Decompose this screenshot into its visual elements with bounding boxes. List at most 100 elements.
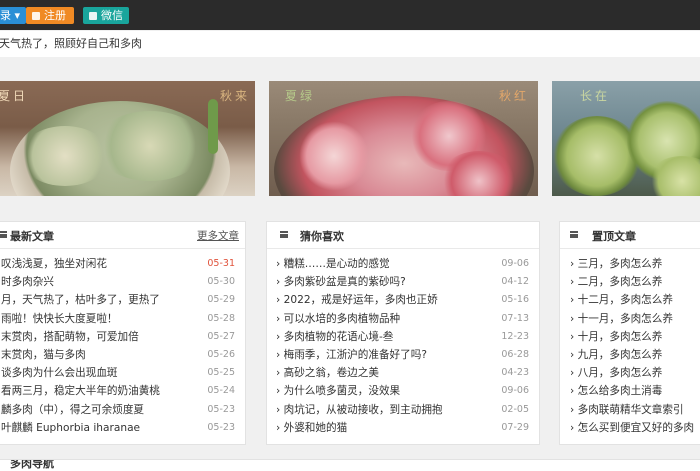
article-date: 07-13 (501, 312, 529, 324)
list-item[interactable]: › 十一月，多肉怎么养 (560, 310, 700, 328)
banner-2[interactable]: 夏绿 秋红 (269, 81, 538, 196)
panel-header: 置顶文章 (560, 222, 700, 249)
list-item[interactable]: › 十月，多肉怎么养 (560, 328, 700, 346)
login-button[interactable]: 录 ▾ (0, 7, 27, 24)
article-date: 05-29 (207, 294, 235, 306)
panel-title: 最新文章 (10, 230, 54, 243)
panel-header: 最新文章 更多文章 (0, 222, 245, 249)
list-item[interactable]: › 糟糕……是心动的感觉 09-06 (267, 255, 539, 273)
article-date: 05-24 (207, 385, 235, 397)
article-title: 叹浅浅夏，独坐对闲花 (1, 258, 107, 270)
banner-text-right: 秋红 (499, 89, 530, 103)
article-date: 04-23 (501, 367, 529, 379)
article-date: 05-23 (207, 421, 235, 433)
list-icon (570, 231, 578, 238)
list-item[interactable]: 麟多肉（中），得之可余烦度夏 05-23 (0, 401, 245, 419)
article-title: 雨啦！快快长大度夏啦！ (1, 312, 118, 325)
article-title: › 可以水培的多肉植物品种 (276, 312, 401, 325)
article-date: 12-23 (501, 330, 529, 342)
article-title: 月，天气热了，枯叶多了，更热了 (1, 294, 160, 307)
wechat-button[interactable]: 微信 (83, 7, 129, 24)
nav-section: 多肉导航 (0, 459, 700, 471)
article-title: › 怎么买到便宜又好的多肉（1.2 (570, 421, 700, 434)
list-item[interactable]: › 高砂之翁，卷边之美 04-23 (267, 364, 539, 382)
list-item[interactable]: › 八月，多肉怎么养 (560, 364, 700, 382)
article-title: › 外婆和她的猫 (276, 421, 348, 434)
stem-image (208, 99, 218, 154)
list-item[interactable]: 末赏肉，搭配萌物，可爱加倍 05-27 (0, 328, 245, 346)
list-item[interactable]: › 多肉联萌精华文章索引 (560, 401, 700, 419)
list-item[interactable]: 末赏肉，猫与多肉 05-26 (0, 346, 245, 364)
article-title: › 糟糕……是心动的感觉 (276, 258, 390, 270)
list-item[interactable]: › 怎么给多肉土消毒 (560, 382, 700, 400)
list-icon (0, 231, 7, 238)
list-item[interactable]: › 多肉植物的花语心境-叁 12-23 (267, 328, 539, 346)
list-item[interactable]: 叶麒麟 Euphorbia iharanae 05-23 (0, 419, 245, 437)
article-title: › 多肉联萌精华文章索引 (570, 403, 684, 416)
article-title: › 2022，戒是好运年，多肉也正娇 (276, 294, 438, 307)
article-title: › 多肉植物的花语心境-叁 (276, 330, 394, 343)
banner-1[interactable]: 夏日 秋来 (0, 81, 255, 196)
article-list: 叹浅浅夏，独坐对闲花 05-31 时多肉杂兴 05-30 月，天气热了，枯叶多了，更… (0, 255, 245, 437)
article-date: 05-25 (207, 367, 235, 379)
register-button[interactable]: 注册 (26, 7, 74, 24)
list-item[interactable]: › 二月，多肉怎么养 (560, 273, 700, 291)
article-date: 05-27 (207, 330, 235, 342)
list-item[interactable]: 时多肉杂兴 05-30 (0, 273, 245, 291)
list-item[interactable]: 叹浅浅夏，独坐对闲花 05-31 (0, 255, 245, 273)
list-item[interactable]: › 外婆和她的猫 07-29 (267, 419, 539, 437)
list-item[interactable]: › 肉坑记，从被动接收，到主动拥抱 02-05 (267, 401, 539, 419)
article-date: 09-06 (501, 385, 529, 397)
list-item[interactable]: › 可以水培的多肉植物品种 07-13 (267, 310, 539, 328)
article-date: 04-12 (501, 276, 529, 288)
article-title: › 九月，多肉怎么养 (570, 348, 663, 361)
list-item[interactable]: › 2022，戒是好运年，多肉也正娇 05-16 (267, 291, 539, 309)
list-item[interactable]: › 三月，多肉怎么养 (560, 255, 700, 273)
latest-articles-panel: 最新文章 更多文章 叹浅浅夏，独坐对闲花 05-31 时多肉杂兴 05-30 月，天… (0, 221, 246, 445)
article-title: › 二月，多肉怎么养 (570, 276, 663, 289)
pinned-articles-panel: 置顶文章 › 三月，多肉怎么养 › 二月，多肉怎么养 › 十二月，多肉怎么养 ›… (559, 221, 700, 445)
article-date: 05-23 (207, 403, 235, 415)
article-title: › 梅雨季，江浙沪的准备好了吗? (276, 348, 427, 361)
article-list: › 糟糕……是心动的感觉 09-06 › 多肉紫砂盆是真的紫砂吗? 04-12 › … (267, 255, 539, 437)
succulent-image (95, 111, 205, 181)
list-item[interactable]: 月，天气热了，枯叶多了，更热了 05-29 (0, 291, 245, 309)
panel-title: 猜你喜欢 (300, 230, 344, 243)
banner-text-left: 长在 (580, 89, 611, 103)
article-date: 07-29 (501, 421, 529, 433)
article-title: 看两三月，稳定大半年的奶油黄桃 (1, 385, 160, 398)
list-item[interactable]: 谈多肉为什么会出现血斑 05-25 (0, 364, 245, 382)
article-date: 05-16 (501, 294, 529, 306)
banner-text-right: 秋来 (220, 89, 251, 103)
section-title: 多肉导航 (10, 459, 54, 470)
article-title: 叶麒麟 Euphorbia iharanae (1, 421, 141, 434)
article-title: › 十月，多肉怎么养 (570, 330, 663, 343)
list-item[interactable]: › 怎么买到便宜又好的多肉（1.2 (560, 419, 700, 437)
succulent-image (299, 121, 369, 191)
panel-title: 置顶文章 (592, 230, 636, 243)
list-item[interactable]: › 为什么喷多菌灵，没效果 09-06 (267, 382, 539, 400)
list-item[interactable]: 雨啦！快快长大度夏啦！ 05-28 (0, 310, 245, 328)
article-title: 麟多肉（中），得之可余烦度夏 (1, 403, 145, 416)
banner-3[interactable]: 长在 (552, 81, 700, 196)
list-item[interactable]: › 十二月，多肉怎么养 (560, 291, 700, 309)
article-date: 05-28 (207, 312, 235, 324)
article-title: › 为什么喷多菌灵，没效果 (276, 385, 401, 398)
list-item[interactable]: › 九月，多肉怎么养 (560, 346, 700, 364)
notice-text: 天气热了，照顾好自己和多肉 (0, 37, 142, 50)
list-item[interactable]: › 多肉紫砂盆是真的紫砂吗? 04-12 (267, 273, 539, 291)
register-label: 注册 (44, 9, 66, 22)
article-date: 06-28 (501, 348, 529, 360)
wechat-label: 微信 (101, 9, 123, 22)
list-icon (280, 231, 288, 238)
qrcode-icon (89, 12, 97, 20)
list-item[interactable]: › 梅雨季，江浙沪的准备好了吗? 06-28 (267, 346, 539, 364)
user-icon (32, 12, 40, 20)
article-date: 05-26 (207, 348, 235, 360)
article-title: 末赏肉，猫与多肉 (1, 348, 86, 361)
article-title: › 多肉紫砂盆是真的紫砂吗? (276, 276, 406, 289)
more-articles-link[interactable]: 更多文章 (197, 228, 239, 243)
banner-text-left: 夏绿 (285, 89, 316, 103)
list-item[interactable]: 看两三月，稳定大半年的奶油黄桃 05-24 (0, 382, 245, 400)
article-title: › 十二月，多肉怎么养 (570, 294, 673, 307)
